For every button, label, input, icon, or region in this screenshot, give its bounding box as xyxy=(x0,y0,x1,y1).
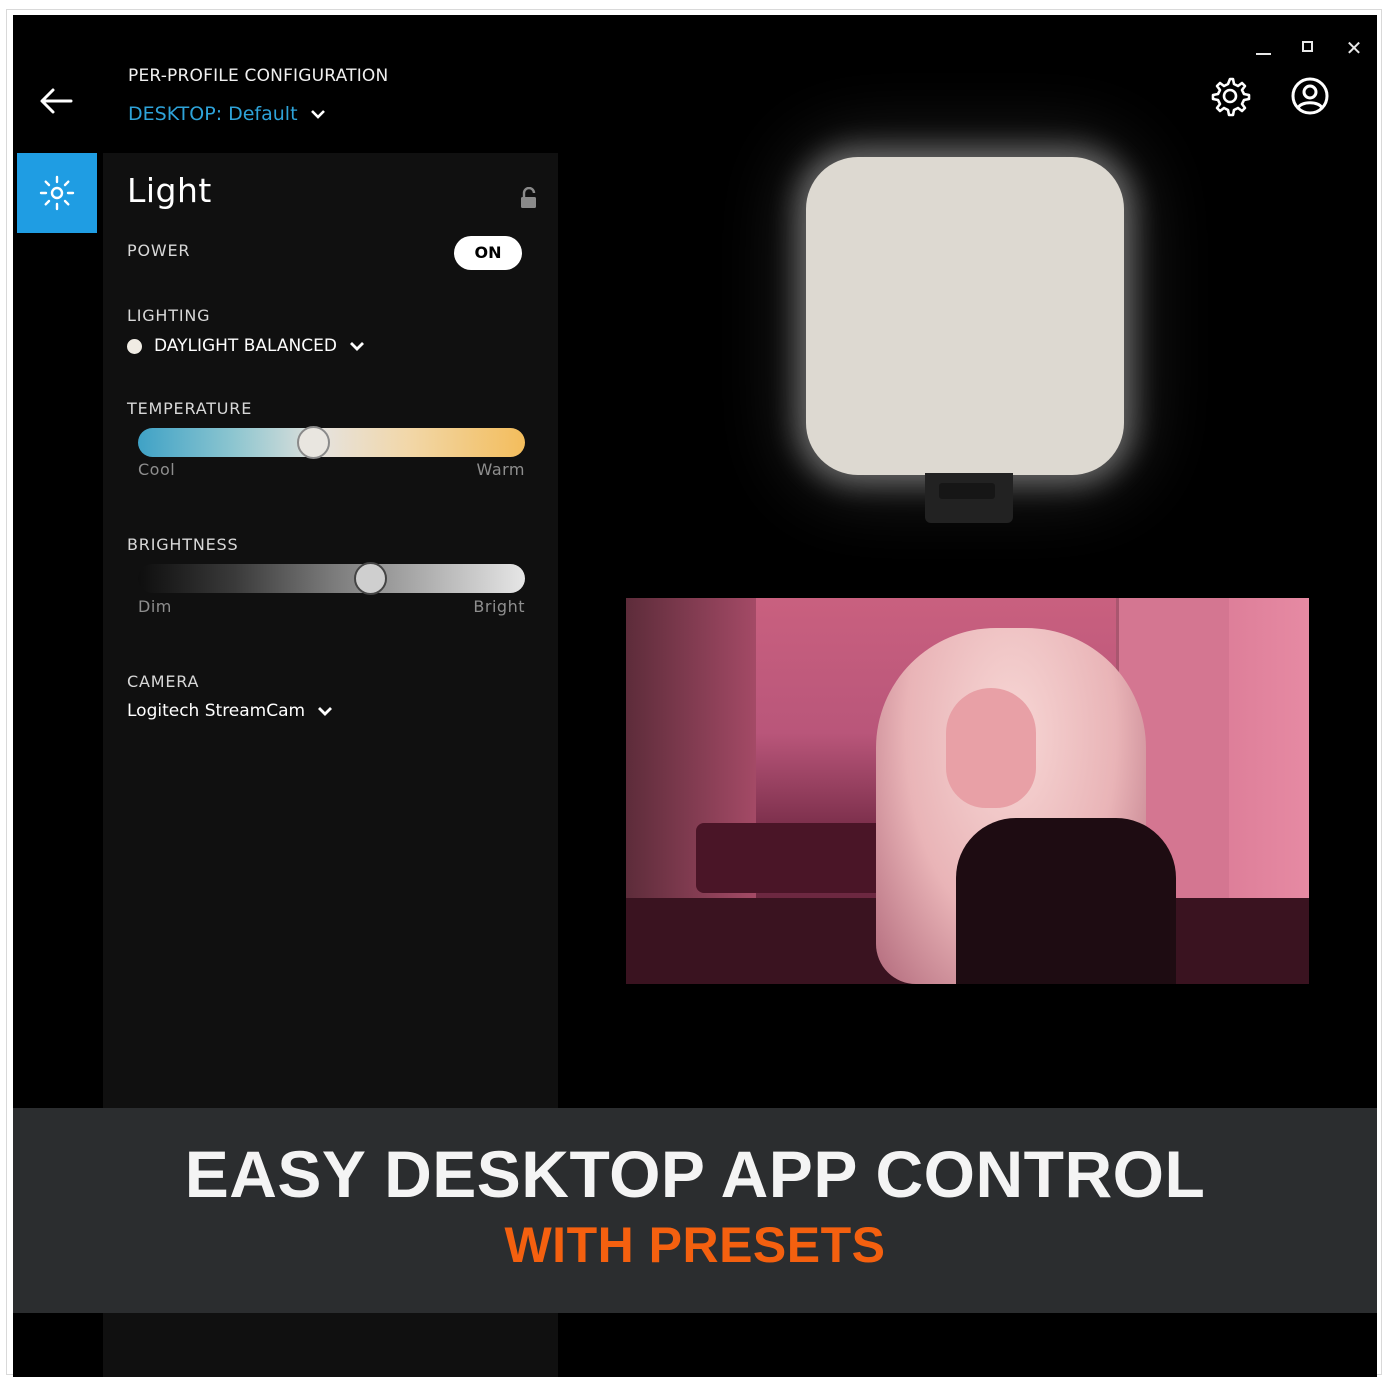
preview-person-face xyxy=(946,688,1036,808)
brightness-max-label: Bright xyxy=(473,597,525,616)
back-arrow-icon xyxy=(40,88,73,114)
camera-label: CAMERA xyxy=(127,672,200,691)
lighting-preset-value: DAYLIGHT BALANCED xyxy=(154,336,337,356)
chevron-down-icon xyxy=(310,110,325,119)
camera-dropdown[interactable]: Logitech StreamCam xyxy=(127,701,333,721)
brightness-slider-handle[interactable] xyxy=(353,562,387,595)
back-button[interactable] xyxy=(35,83,79,119)
temperature-label: TEMPERATURE xyxy=(127,399,253,418)
power-label: POWER xyxy=(127,241,191,260)
power-toggle[interactable]: ON xyxy=(454,236,522,270)
brightness-slider[interactable] xyxy=(138,562,525,595)
brightness-min-label: Dim xyxy=(138,597,172,616)
user-icon[interactable] xyxy=(1289,75,1331,117)
profile-prefix: DESKTOP: xyxy=(128,103,223,125)
temperature-max-label: Warm xyxy=(476,460,525,479)
sidebar-item-light[interactable] xyxy=(17,153,97,233)
app-window: ✕ PER-PROFILE CONFIGURATION DESKTOP: Defa… xyxy=(13,15,1377,1377)
chevron-down-icon xyxy=(349,342,364,351)
banner-headline: EASY DESKTOP APP CONTROL xyxy=(184,1137,1206,1211)
preset-color-dot xyxy=(127,338,142,354)
temperature-slider-handle[interactable] xyxy=(297,426,331,459)
chevron-down-icon xyxy=(318,707,333,716)
gear-icon[interactable] xyxy=(1209,75,1251,117)
promo-banner: EASY DESKTOP APP CONTROL WITH PRESETS xyxy=(13,1108,1377,1313)
camera-value: Logitech StreamCam xyxy=(127,701,306,721)
profile-dropdown[interactable]: DESKTOP: Default xyxy=(128,103,326,125)
light-icon xyxy=(39,175,75,211)
lighting-label: LIGHTING xyxy=(127,306,211,325)
camera-preview[interactable] xyxy=(626,598,1309,984)
minimize-icon[interactable] xyxy=(1251,35,1277,61)
banner-subheadline: WITH PRESETS xyxy=(504,1217,886,1273)
page-title: PER-PROFILE CONFIGURATION xyxy=(128,66,389,86)
lighting-preset-dropdown[interactable]: DAYLIGHT BALANCED xyxy=(127,336,365,356)
close-icon[interactable]: ✕ xyxy=(1341,35,1367,61)
maximize-icon[interactable] xyxy=(1296,35,1322,61)
brightness-label: BRIGHTNESS xyxy=(127,535,239,554)
temperature-min-label: Cool xyxy=(138,460,176,479)
light-device-image xyxy=(806,157,1124,475)
panel-title: Light xyxy=(127,171,212,210)
profile-name: Default xyxy=(228,103,298,125)
lock-icon[interactable] xyxy=(518,187,540,209)
preview-person-torso xyxy=(956,818,1176,984)
light-mount xyxy=(925,473,1013,523)
temperature-slider[interactable] xyxy=(138,426,525,459)
